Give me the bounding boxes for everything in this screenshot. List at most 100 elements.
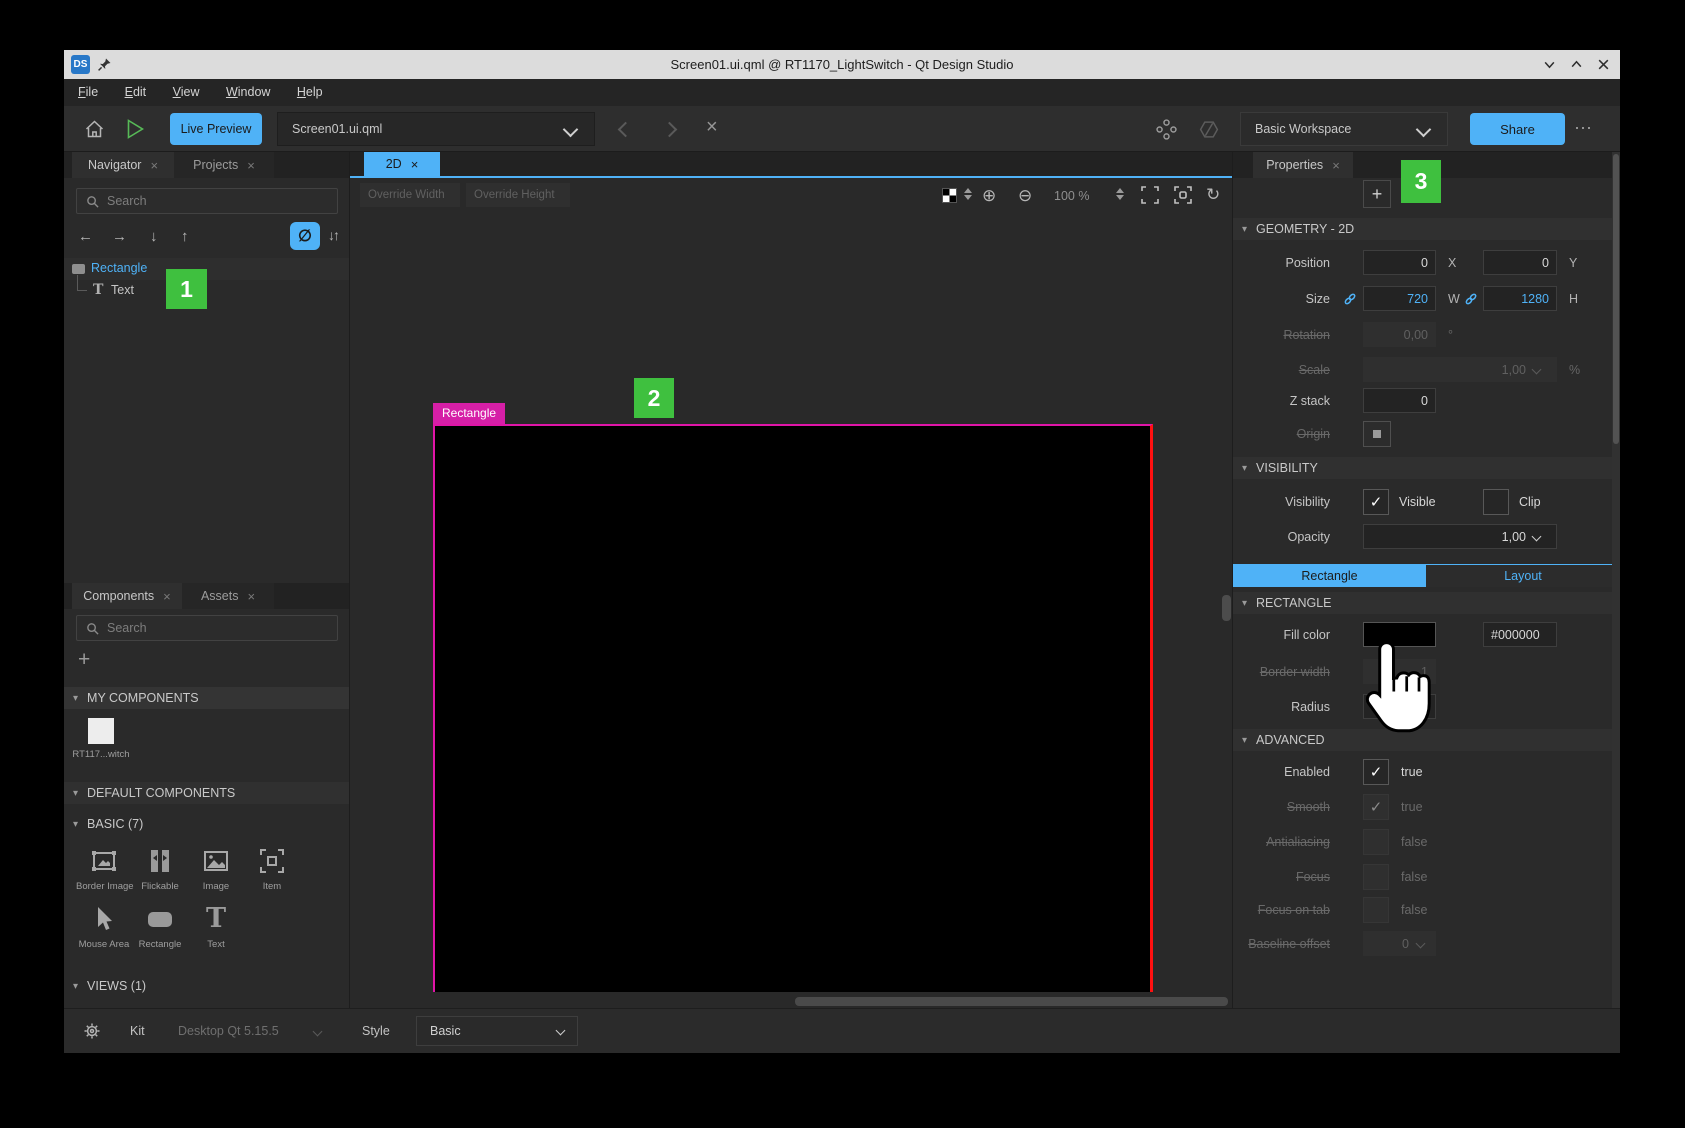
antialiasing-checkbox[interactable] (1363, 829, 1389, 855)
vertical-scrollbar-thumb[interactable] (1222, 595, 1231, 621)
fill-color-hex-field[interactable]: #000000 (1483, 622, 1557, 647)
close-icon[interactable]: × (1332, 159, 1340, 172)
component-item[interactable]: Item (244, 846, 300, 896)
size-height-field[interactable]: 1280 (1483, 286, 1557, 311)
canvas-2d-panel: 2D × Override Width Override Height ⊕ ⊖ … (350, 152, 1233, 1008)
component-rt1170-lightswitch-thumb[interactable] (88, 718, 114, 744)
rectangle-section-header[interactable]: ▾ RECTANGLE (1233, 592, 1620, 614)
size-width-field[interactable]: 720 (1363, 286, 1436, 311)
zoom-out-icon[interactable]: ⊖ (1018, 187, 1032, 204)
close-icon[interactable]: × (150, 159, 158, 172)
menu-help[interactable]: Help (286, 79, 334, 106)
background-color-swatch[interactable] (942, 188, 957, 203)
link-icon[interactable] (1464, 292, 1478, 306)
forward-icon[interactable] (662, 122, 678, 138)
window-close-icon[interactable] (1597, 58, 1610, 71)
move-left-icon[interactable]: ← (78, 229, 93, 244)
tab-navigator[interactable]: Navigator × (72, 152, 174, 178)
component-border-image[interactable]: Border Image (76, 846, 132, 896)
components-search-input[interactable]: Search (76, 615, 338, 641)
opacity-row: Opacity 1,00 (1233, 524, 1620, 551)
share-button[interactable]: Share (1470, 113, 1565, 145)
workspace-selector[interactable]: Basic Workspace (1240, 112, 1448, 146)
zoom-in-icon[interactable]: ⊕ (982, 187, 996, 204)
fit-to-screen-icon[interactable] (1174, 186, 1192, 204)
tab-projects[interactable]: Projects × (174, 152, 274, 178)
menu-view[interactable]: View (162, 79, 211, 106)
close-icon[interactable]: × (247, 590, 255, 603)
override-height-input[interactable]: Override Height (466, 183, 570, 207)
reverse-order-icon[interactable]: ↓↑ (328, 228, 338, 242)
visible-checkbox[interactable]: ✓ (1363, 489, 1389, 515)
device-rectangle[interactable] (433, 424, 1153, 992)
caret-down-icon: ▾ (73, 819, 78, 830)
close-icon[interactable]: × (411, 158, 419, 171)
z-stack-field[interactable]: 0 (1363, 388, 1436, 413)
component-mouse-area[interactable]: Mouse Area (76, 904, 132, 954)
window-minimize-icon[interactable] (1543, 58, 1556, 71)
rotation-field[interactable]: 0,00 (1363, 322, 1436, 347)
component-text[interactable]: T Text (188, 904, 244, 954)
component-image[interactable]: Image (188, 846, 244, 896)
menu-window[interactable]: Window (215, 79, 281, 106)
default-components-header[interactable]: ▾ DEFAULT COMPONENTS (64, 782, 349, 804)
kit-label: Kit (130, 1009, 145, 1053)
menu-edit[interactable]: Edit (114, 79, 158, 106)
live-preview-button[interactable]: Live Preview (170, 113, 262, 145)
opacity-field[interactable]: 1,00 (1363, 524, 1557, 549)
smooth-checkbox[interactable]: ✓ (1363, 794, 1389, 820)
override-width-input[interactable]: Override Width (360, 183, 460, 207)
background-stepper[interactable] (964, 188, 972, 200)
style-selector[interactable]: Basic (416, 1016, 578, 1046)
scale-field[interactable]: 1,00 (1363, 357, 1557, 382)
enabled-checkbox[interactable]: ✓ (1363, 759, 1389, 785)
run-play-icon[interactable] (127, 119, 144, 139)
focus-on-tab-checkbox[interactable] (1363, 897, 1389, 923)
annotations-disabled-icon[interactable] (1198, 119, 1220, 140)
subtab-rectangle[interactable]: Rectangle (1233, 564, 1426, 587)
close-document-icon[interactable]: × (706, 116, 718, 139)
clip-checkbox[interactable] (1483, 489, 1509, 515)
position-x-field[interactable]: 0 (1363, 250, 1436, 275)
refresh-icon[interactable]: ↻ (1206, 186, 1220, 203)
visibility-section-header[interactable]: ▾ VISIBILITY (1233, 457, 1620, 479)
node-graph-icon[interactable] (1156, 119, 1177, 140)
tab-properties[interactable]: Properties × (1253, 152, 1353, 178)
more-options-icon[interactable]: ⋯ (1574, 118, 1592, 139)
open-document-selector[interactable]: Screen01.ui.qml (277, 112, 595, 146)
tab-2d[interactable]: 2D × (364, 152, 440, 176)
settings-gear-icon[interactable] (83, 1022, 101, 1040)
home-icon[interactable] (84, 119, 105, 139)
zoom-stepper[interactable] (1116, 188, 1124, 200)
horizontal-scrollbar-thumb[interactable] (795, 997, 1228, 1006)
add-module-button[interactable]: + (78, 648, 90, 672)
menu-file[interactable]: File (67, 79, 109, 106)
properties-scrollbar-thumb[interactable] (1613, 154, 1619, 444)
component-rectangle[interactable]: Rectangle (132, 904, 188, 954)
my-components-header[interactable]: ▾ MY COMPONENTS (64, 687, 349, 709)
tab-components[interactable]: Components × (72, 583, 182, 609)
focus-value: false (1401, 864, 1427, 890)
subtab-layout[interactable]: Layout (1426, 564, 1620, 587)
window-maximize-icon[interactable] (1570, 58, 1583, 71)
show-only-visible-toggle[interactable]: ∅ (290, 222, 320, 250)
position-y-field[interactable]: 0 (1483, 250, 1557, 275)
back-icon[interactable] (618, 122, 634, 138)
origin-selector-button[interactable] (1363, 421, 1391, 447)
views-header[interactable]: ▾ VIEWS (1) (64, 975, 349, 997)
link-icon[interactable] (1343, 292, 1357, 306)
tab-assets[interactable]: Assets × (182, 583, 274, 609)
navigator-search-input[interactable]: Search (76, 188, 338, 214)
focus-checkbox[interactable] (1363, 864, 1389, 890)
move-right-icon[interactable]: → (112, 229, 127, 244)
move-down-icon[interactable]: ↓ (150, 229, 158, 244)
add-property-button[interactable]: + (1363, 180, 1391, 208)
close-icon[interactable]: × (247, 159, 255, 172)
basic-components-header[interactable]: ▾ BASIC (7) (64, 813, 349, 835)
move-up-icon[interactable]: ↑ (181, 229, 189, 244)
close-icon[interactable]: × (163, 590, 171, 603)
component-flickable[interactable]: Flickable (132, 846, 188, 896)
geometry-section-header[interactable]: ▾ GEOMETRY - 2D (1233, 218, 1620, 240)
selection-frame-icon[interactable] (1141, 186, 1159, 204)
percent-unit: % (1569, 357, 1580, 383)
